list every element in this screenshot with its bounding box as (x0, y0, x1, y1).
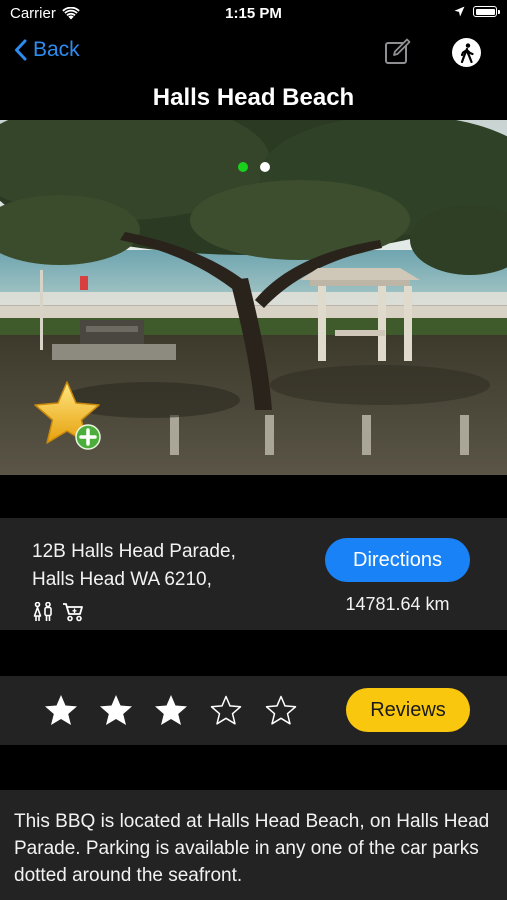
toilets-icon (33, 602, 52, 621)
address-line-1: 12B Halls Head Parade, (32, 541, 236, 562)
edit-icon (385, 38, 411, 64)
description-panel: This BBQ is located at Halls Head Beach,… (0, 790, 507, 900)
location-arrow-icon (454, 6, 465, 17)
battery-icon (473, 6, 500, 17)
page-dot-2[interactable] (260, 162, 270, 172)
rating-panel: Reviews (0, 676, 507, 745)
directions-button[interactable]: Directions (325, 538, 470, 582)
pedestrian-icon (460, 42, 474, 63)
walking-directions-button[interactable] (452, 38, 481, 67)
star-add-icon (34, 381, 101, 450)
add-favorite-button[interactable] (33, 380, 105, 457)
address-panel: 12B Halls Head Parade, Halls Head WA 621… (0, 518, 507, 630)
clock: 1:15 PM (225, 5, 282, 22)
page-title: Halls Head Beach (152, 84, 355, 111)
stroller-icon (63, 603, 83, 622)
status-icons (454, 6, 500, 17)
description-text: This BBQ is located at Halls Head Beach,… (14, 811, 490, 886)
page-dot-1[interactable] (238, 162, 248, 172)
navigation-bar: Back Halls Head Beach (0, 30, 507, 120)
back-button[interactable]: Back (14, 38, 80, 62)
star-filled-icon[interactable] (99, 694, 133, 726)
status-bar: Carrier 1:15 PM (0, 0, 507, 28)
address-line-2: Halls Head WA 6210, (32, 569, 212, 590)
star-outline-icon[interactable] (209, 694, 243, 726)
page-indicator[interactable] (238, 162, 270, 172)
address: 12B Halls Head Parade, Halls Head WA 621… (32, 538, 236, 594)
star-outline-icon[interactable] (264, 694, 298, 726)
star-filled-icon[interactable] (44, 694, 78, 726)
reviews-button[interactable]: Reviews (346, 688, 470, 732)
star-rating[interactable] (44, 694, 298, 726)
chevron-left-icon (15, 39, 27, 61)
distance-label: 14781.64 km (345, 594, 450, 614)
back-label: Back (33, 38, 80, 61)
amenities-list (32, 602, 84, 622)
edit-button[interactable] (384, 38, 412, 71)
star-filled-icon[interactable] (154, 694, 188, 726)
